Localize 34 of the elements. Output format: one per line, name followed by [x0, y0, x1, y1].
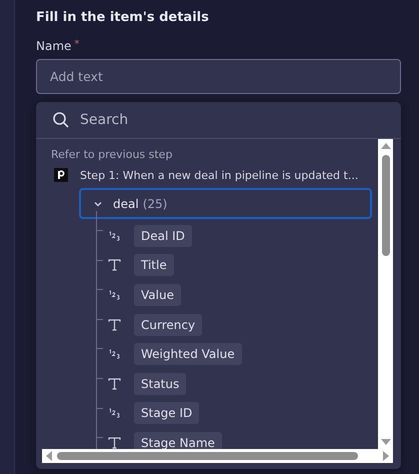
- scroll-up-icon[interactable]: [380, 143, 390, 149]
- app-logo-icon: [54, 168, 68, 182]
- field-chip[interactable]: Status: [134, 372, 186, 395]
- field-chip[interactable]: Stage Name: [134, 432, 222, 449]
- number-type-icon: [108, 408, 121, 418]
- scrollbar-thumb[interactable]: [57, 452, 358, 460]
- required-mark: *: [74, 39, 80, 52]
- scroll-right-icon[interactable]: [383, 451, 389, 461]
- step-item[interactable]: Step 1: When a new deal in pipeline is updated t...: [80, 168, 358, 182]
- number-type-icon: [108, 290, 121, 300]
- text-type-icon: [108, 259, 121, 272]
- search-field[interactable]: Search: [78, 111, 385, 129]
- text-type-icon: [108, 318, 121, 331]
- tree-group-item[interactable]: deal (25): [79, 188, 372, 219]
- field-chip[interactable]: Deal ID: [134, 224, 192, 247]
- field-chip[interactable]: Value: [134, 284, 181, 306]
- field-chip[interactable]: Stage ID: [134, 402, 200, 424]
- field-chip[interactable]: Currency: [134, 314, 202, 336]
- horizontal-scrollbar[interactable]: [42, 449, 393, 463]
- form-title: Fill in the item's details: [36, 10, 210, 27]
- scrollbar-thumb[interactable]: [382, 155, 390, 256]
- number-type-icon: [108, 349, 121, 360]
- field-label: Name: [36, 39, 72, 53]
- section-label: Refer to previous step: [51, 148, 174, 161]
- text-type-icon: [108, 378, 121, 390]
- search-icon: [52, 111, 70, 129]
- field-chip[interactable]: Title: [134, 254, 174, 276]
- field-chip[interactable]: Weighted Value: [134, 343, 242, 366]
- text-type-icon: [108, 436, 121, 449]
- scroll-down-icon[interactable]: [380, 439, 390, 445]
- name-input-field[interactable]: Add text: [36, 59, 401, 94]
- scroll-left-icon[interactable]: [46, 451, 52, 461]
- vertical-scrollbar[interactable]: [378, 139, 393, 449]
- number-type-icon: [108, 230, 121, 241]
